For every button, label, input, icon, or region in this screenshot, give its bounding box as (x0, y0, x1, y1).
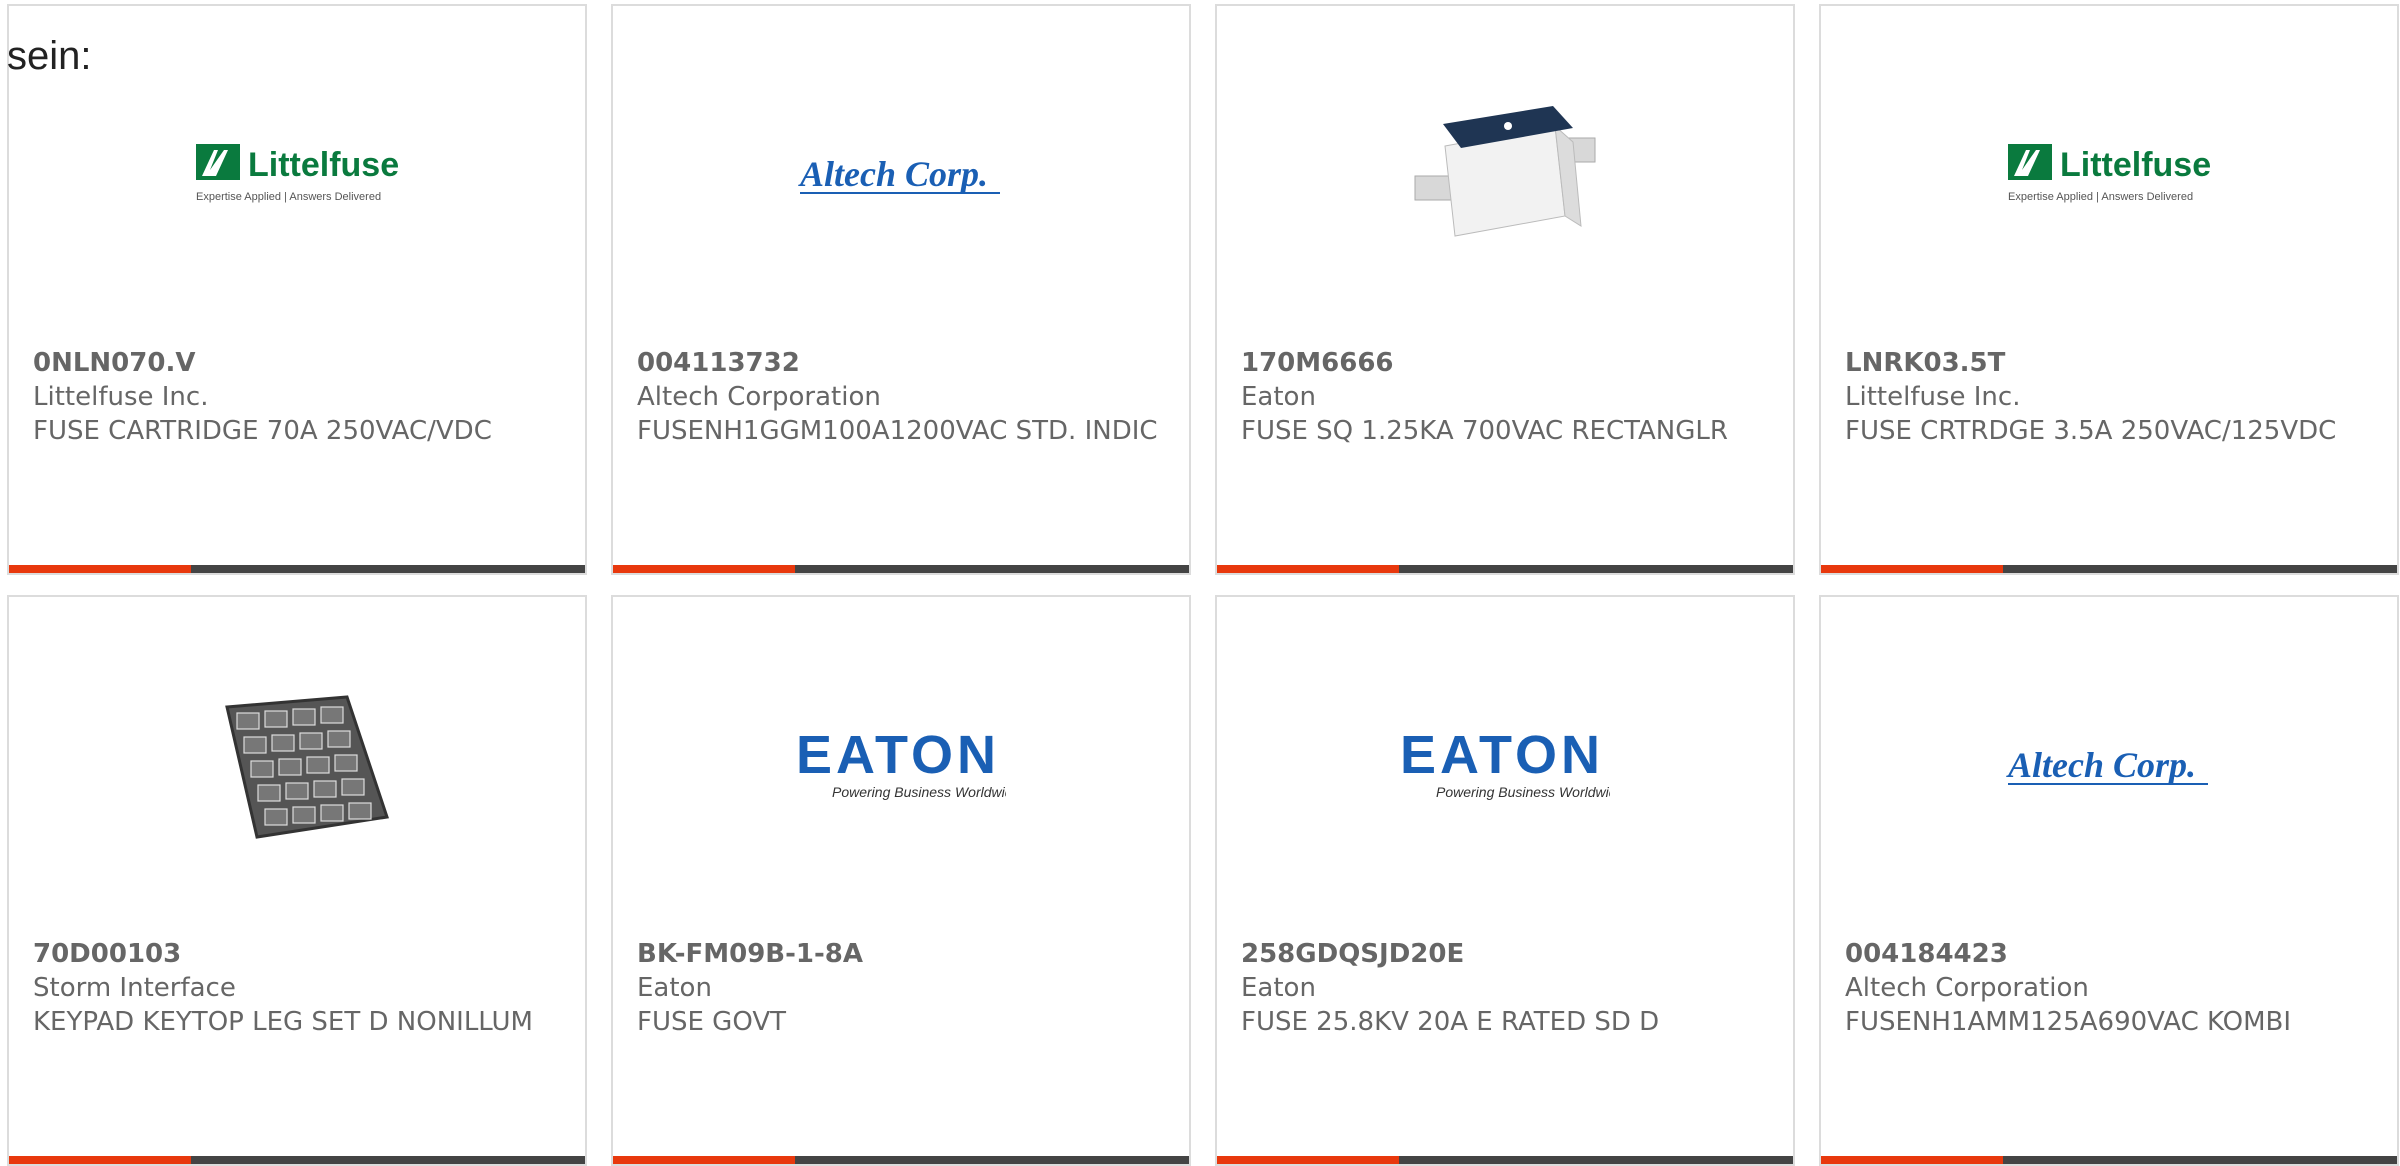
card-accent-stripe (1217, 565, 1399, 573)
part-number[interactable]: 0NLN070.V (33, 346, 569, 380)
product-card[interactable]: 170M6666 Eaton FUSE SQ 1.25KA 700VAC RECTA… (1215, 4, 1795, 575)
part-number[interactable]: 70D00103 (33, 937, 569, 971)
product-card[interactable]: Littelfuse Expertise Applied | Answers De… (7, 4, 587, 575)
logo-brand-text: Altech Corp. (798, 154, 988, 194)
description: FUSE CRTRDGE 3.5A 250VAC/125VDC (1845, 416, 2337, 446)
product-info: 0NLN070.V Littelfuse Inc. FUSE CARTRIDGE 7… (33, 346, 569, 448)
part-number[interactable]: 170M6666 (1241, 346, 1777, 380)
card-bottom-bar (613, 1156, 1189, 1164)
product-card[interactable]: EATON Powering Business Worldwide BK-FM09B… (611, 595, 1191, 1166)
logo-tagline-text: Powering Business Worldwide (1436, 784, 1610, 800)
part-number[interactable]: 258GDQSJD20E (1241, 937, 1777, 971)
logo-brand-text: Littelfuse (248, 146, 399, 184)
product-info: LNRK03.5T Littelfuse Inc. FUSE CRTRDGE 3.5… (1845, 346, 2381, 448)
logo-brand-text: Altech Corp. (2006, 745, 2196, 785)
card-bottom-bar (1821, 565, 2397, 573)
card-accent-stripe (9, 1156, 191, 1164)
altech-logo: Altech Corp. (613, 66, 1189, 286)
card-accent-stripe (1821, 1156, 2003, 1164)
part-number[interactable]: 004113732 (637, 346, 1173, 380)
manufacturer: Littelfuse Inc. (1845, 382, 2021, 412)
eaton-logo: EATON Powering Business Worldwide (613, 657, 1189, 877)
manufacturer: Eaton (637, 973, 712, 1003)
product-card[interactable]: Altech Corp. 004113732 Altech Corporation F… (611, 4, 1191, 575)
keypad-photo (9, 657, 585, 877)
card-accent-stripe (1821, 565, 2003, 573)
product-info: BK-FM09B-1-8A Eaton FUSE GOVT (637, 937, 1173, 1039)
product-card[interactable]: 70D00103 Storm Interface KEYPAD KEYTOP LEG… (7, 595, 587, 1166)
card-bottom-bar (9, 565, 585, 573)
logo-tagline-text: Expertise Applied | Answers Delivered (2008, 191, 2193, 203)
square-fuse-photo (1217, 66, 1793, 286)
manufacturer: Altech Corporation (1845, 973, 2089, 1003)
logo-tagline-text: Expertise Applied | Answers Delivered (196, 191, 381, 203)
manufacturer: Altech Corporation (637, 382, 881, 412)
product-info: 70D00103 Storm Interface KEYPAD KEYTOP LEG… (33, 937, 569, 1039)
card-bottom-bar (1217, 565, 1793, 573)
manufacturer: Eaton (1241, 382, 1316, 412)
description: FUSE SQ 1.25KA 700VAC RECTANGLR (1241, 416, 1728, 446)
product-info: 258GDQSJD20E Eaton FUSE 25.8KV 20A E RATED… (1241, 937, 1777, 1039)
description: FUSE GOVT (637, 1007, 787, 1037)
product-info: 004184423 Altech Corporation FUSENH1AMM125… (1845, 937, 2381, 1039)
product-grid: Littelfuse Expertise Applied | Answers De… (7, 4, 2399, 1166)
description: KEYPAD KEYTOP LEG SET D NONILLUM (33, 1007, 533, 1037)
description: FUSE 25.8KV 20A E RATED SD D (1241, 1007, 1660, 1037)
card-accent-stripe (613, 565, 795, 573)
card-bottom-bar (9, 1156, 585, 1164)
logo-tagline-text: Powering Business Worldwide (832, 784, 1006, 800)
product-info: 170M6666 Eaton FUSE SQ 1.25KA 700VAC RECTA… (1241, 346, 1777, 448)
part-number[interactable]: 004184423 (1845, 937, 2381, 971)
product-info: 004113732 Altech Corporation FUSENH1GGM100… (637, 346, 1173, 448)
manufacturer: Storm Interface (33, 973, 236, 1003)
description: FUSENH1GGM100A1200VAC STD. INDIC (637, 416, 1158, 446)
card-accent-stripe (1217, 1156, 1399, 1164)
manufacturer: Littelfuse Inc. (33, 382, 209, 412)
logo-brand-text: Littelfuse (2060, 146, 2211, 184)
card-bottom-bar (613, 565, 1189, 573)
logo-brand-text: EATON (796, 727, 1000, 785)
card-accent-stripe (9, 565, 191, 573)
littelfuse-logo: Littelfuse Expertise Applied | Answers De… (9, 66, 585, 286)
part-number[interactable]: BK-FM09B-1-8A (637, 937, 1173, 971)
product-card[interactable]: Littelfuse Expertise Applied | Answers De… (1819, 4, 2399, 575)
altech-logo: Altech Corp. (1821, 657, 2397, 877)
part-number[interactable]: LNRK03.5T (1845, 346, 2381, 380)
manufacturer: Eaton (1241, 973, 1316, 1003)
product-card[interactable]: EATON Powering Business Worldwide 258GDQSJ… (1215, 595, 1795, 1166)
description: FUSE CARTRIDGE 70A 250VAC/VDC (33, 416, 492, 446)
littelfuse-logo: Littelfuse Expertise Applied | Answers De… (1821, 66, 2397, 286)
logo-brand-text: EATON (1400, 727, 1604, 785)
card-bottom-bar (1217, 1156, 1793, 1164)
description: FUSENH1AMM125A690VAC KOMBI (1845, 1007, 2292, 1037)
eaton-logo: EATON Powering Business Worldwide (1217, 657, 1793, 877)
product-card[interactable]: Altech Corp. 004184423 Altech Corporation F… (1819, 595, 2399, 1166)
card-accent-stripe (613, 1156, 795, 1164)
card-bottom-bar (1821, 1156, 2397, 1164)
intro-text: sein: (7, 34, 92, 78)
